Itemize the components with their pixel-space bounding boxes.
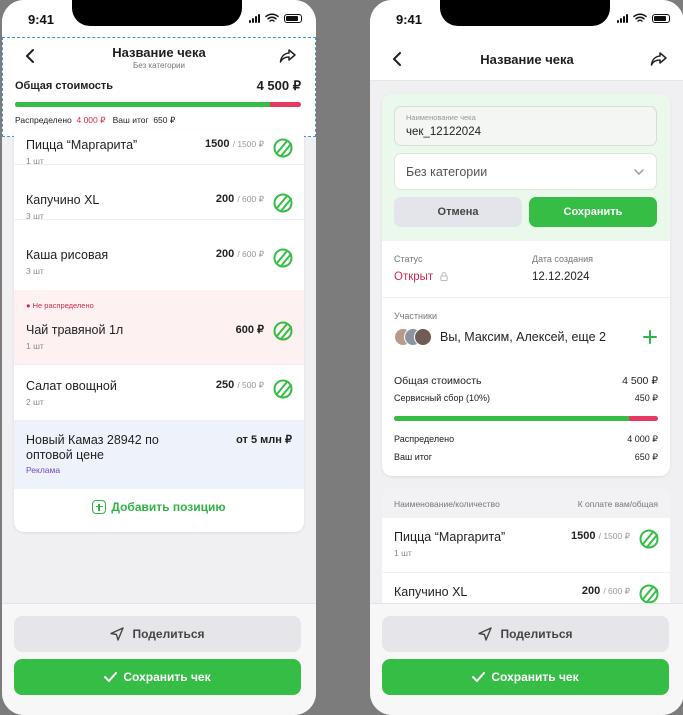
- check-icon: [472, 672, 486, 682]
- signal-icon: [617, 13, 628, 23]
- signal-icon: [249, 13, 260, 23]
- receipt-details-card: Наименование чека чек_12122024 Без катег…: [382, 94, 670, 476]
- receipt-name-field[interactable]: Наименование чека чек_12122024: [394, 106, 657, 146]
- list-item[interactable]: Каша рисовая 3 шт 200 / 600 ₽: [14, 220, 304, 276]
- list-item[interactable]: Пицца “Маргарита” 1 шт 1500 / 1500 ₽: [382, 518, 670, 573]
- lock-icon: [440, 272, 449, 281]
- share-button[interactable]: Поделиться: [14, 616, 301, 652]
- status-bar: 9:41: [2, 0, 316, 38]
- split-icon[interactable]: [272, 320, 294, 342]
- plus-square-icon: [92, 500, 107, 514]
- battery-icon: [652, 13, 670, 23]
- page-title: Название чека: [480, 52, 574, 67]
- split-icon[interactable]: [638, 583, 660, 605]
- category-select[interactable]: Без категории: [394, 153, 657, 190]
- ad-title: Новый Камаз 28942 по оптовой цене: [26, 433, 159, 462]
- split-icon[interactable]: [272, 137, 294, 159]
- participants-list[interactable]: Вы, Максим, Алексей, еще 2: [440, 330, 606, 344]
- page-title: Название чека: [112, 45, 206, 60]
- avatar: [414, 328, 432, 346]
- edit-section: Наименование чека чек_12122024 Без катег…: [382, 94, 670, 241]
- share-icon[interactable]: [648, 48, 670, 70]
- ad-label: Реклама: [26, 465, 61, 475]
- list-item[interactable]: Салат овощной 2 шт 250 / 500 ₽: [14, 365, 304, 421]
- battery-icon: [284, 13, 302, 23]
- chevron-down-icon: [634, 169, 644, 176]
- status-time: 9:41: [396, 12, 423, 27]
- total-label: Общая стоимость: [15, 80, 114, 92]
- save-button[interactable]: Сохранить: [529, 197, 657, 227]
- status-time: 9:41: [28, 12, 55, 27]
- send-icon: [110, 627, 125, 641]
- status-value: Открыт: [394, 271, 449, 283]
- phone-left: 9:41 Название чека Без категории Общая с…: [2, 0, 316, 715]
- wifi-icon: [633, 13, 647, 22]
- created-label: Дата создания: [532, 254, 593, 264]
- share-button[interactable]: Поделиться: [382, 616, 669, 652]
- split-icon[interactable]: [272, 378, 294, 400]
- wifi-icon: [265, 13, 279, 22]
- share-icon[interactable]: [277, 45, 299, 67]
- participant-avatars[interactable]: [394, 328, 434, 348]
- send-icon: [478, 627, 493, 641]
- split-icon[interactable]: [272, 247, 294, 269]
- notch: [440, 0, 610, 26]
- split-icon[interactable]: [272, 192, 294, 214]
- receipt-header: Название чека Без категории Общая стоимо…: [2, 37, 316, 137]
- created-value: 12.12.2024: [532, 271, 590, 283]
- add-position-button[interactable]: Добавить позицию: [14, 500, 304, 514]
- save-receipt-button[interactable]: Сохранить чек: [14, 659, 301, 695]
- distribution-summary: Распределено 4 000 ₽ Ваш итог 650 ₽: [15, 115, 176, 125]
- status-label: Статус: [394, 254, 423, 264]
- receipt-header: Название чека: [370, 37, 683, 81]
- status-bar: 9:41: [370, 0, 683, 38]
- list-item[interactable]: Пицца “Маргарита” 1 шт 1500 / 1500 ₽: [14, 130, 304, 166]
- split-icon[interactable]: [638, 528, 660, 550]
- items-list: Пицца “Маргарита” 1 шт 1500 / 1500 ₽ Кап…: [14, 130, 304, 532]
- total-value: 4 500 ₽: [256, 78, 301, 93]
- participants-label: Участники: [394, 311, 437, 321]
- cancel-button[interactable]: Отмена: [394, 197, 522, 227]
- ad-banner[interactable]: Новый Камаз 28942 по оптовой цене от 5 м…: [14, 421, 304, 489]
- distribution-progress: [15, 102, 301, 107]
- list-item[interactable]: Капучино XL 3 шт 200 / 600 ₽: [14, 165, 304, 221]
- phone-right: 9:41 Название чека Наименование чека чек…: [370, 0, 683, 715]
- items-table-header: Наименование/количество К оплате вам/общ…: [382, 488, 670, 518]
- bottom-bar: Поделиться Сохранить чек: [2, 603, 316, 715]
- ad-price: от 5 млн ₽: [236, 434, 292, 446]
- add-participant-icon[interactable]: [642, 329, 658, 345]
- list-item-unassigned[interactable]: ● Не распределено Чай травяной 1л 1 шт 6…: [14, 290, 304, 365]
- bottom-bar: Поделиться Сохранить чек: [370, 603, 683, 715]
- page-subtitle: Без категории: [133, 61, 185, 70]
- check-icon: [104, 672, 118, 682]
- save-receipt-button[interactable]: Сохранить чек: [382, 659, 669, 695]
- notch: [72, 0, 242, 26]
- distribution-progress: [394, 416, 658, 421]
- unassigned-tag: ● Не распределено: [26, 301, 94, 310]
